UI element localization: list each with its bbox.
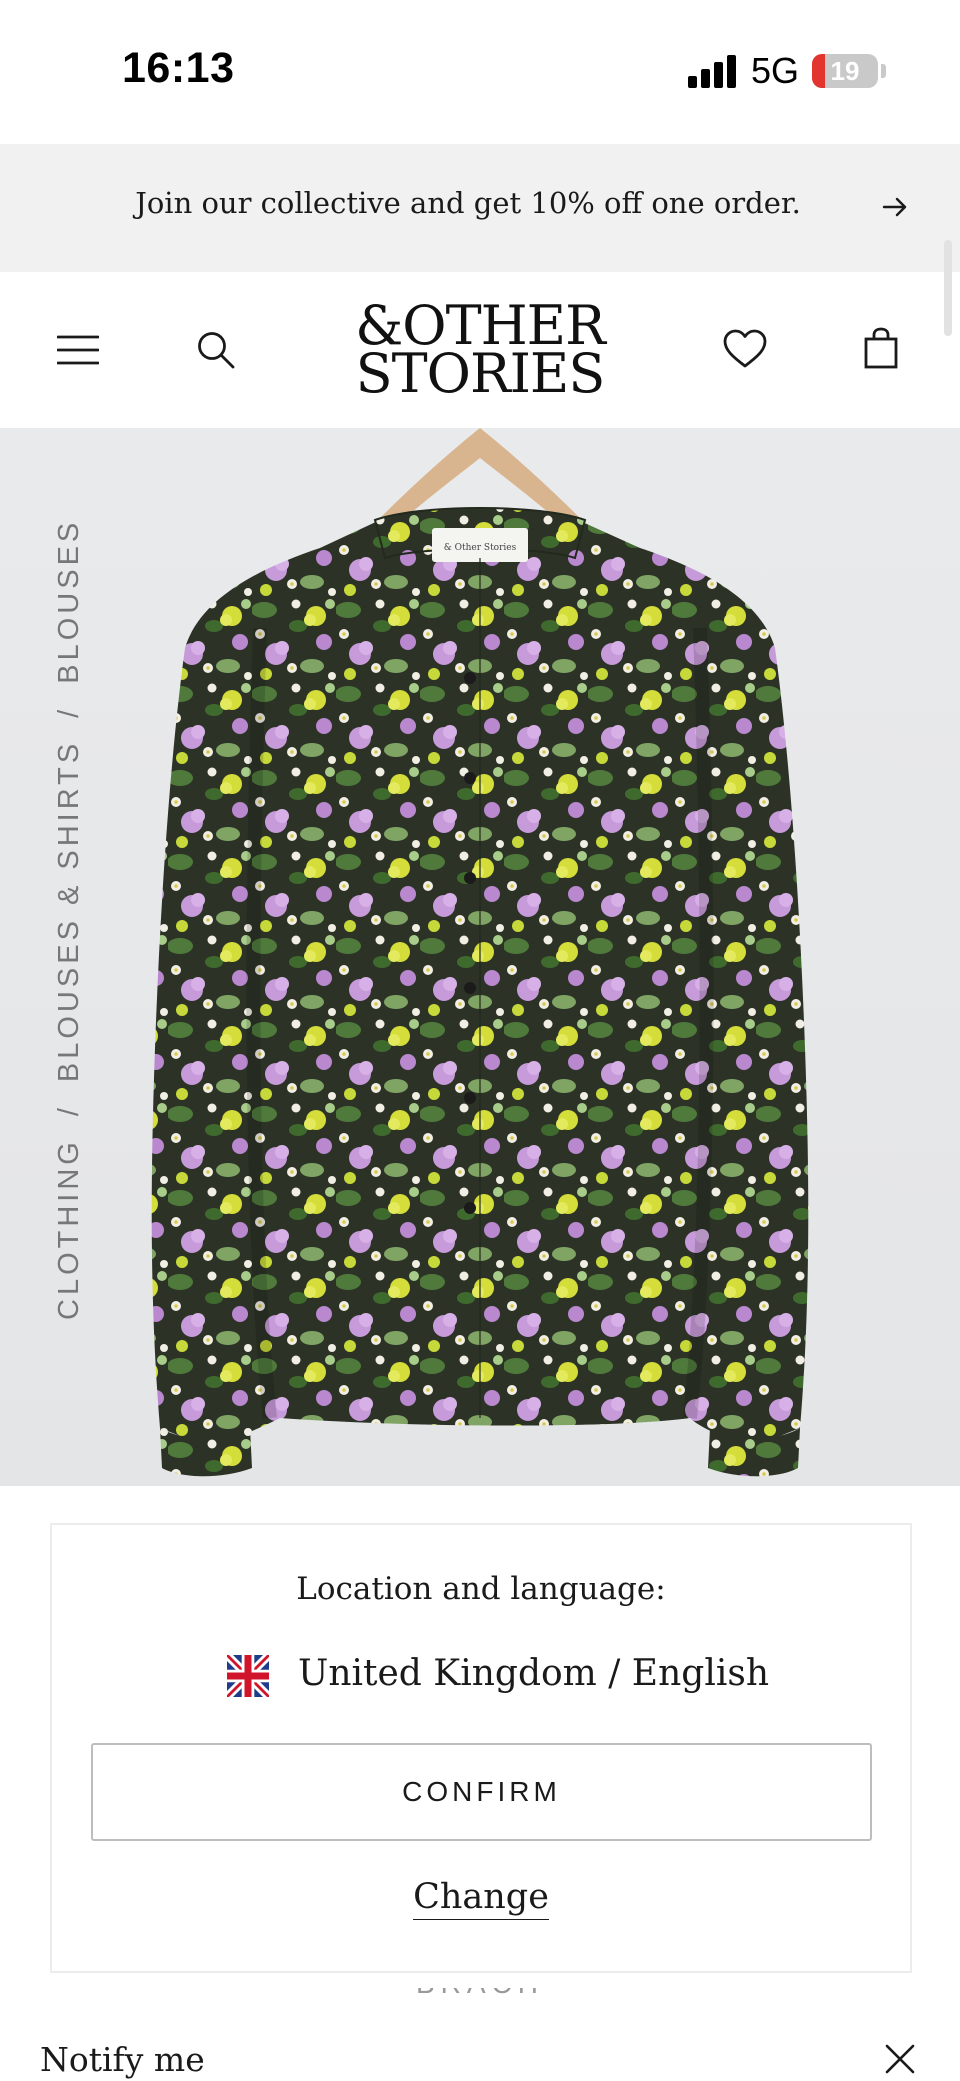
arrow-right-icon[interactable] bbox=[880, 192, 910, 222]
menu-icon[interactable] bbox=[57, 334, 99, 366]
logo-line-2: STORIES bbox=[355, 342, 606, 405]
page-scrollbar[interactable] bbox=[944, 240, 952, 336]
brand-logo[interactable]: &OTHER STORIES bbox=[330, 299, 630, 405]
status-bar: 16:13 5G 19 bbox=[0, 0, 960, 144]
notify-bar: Notify me bbox=[0, 2010, 960, 2081]
signal-icon bbox=[688, 54, 738, 88]
breadcrumb-separator: / bbox=[53, 705, 85, 718]
battery-icon: 19 bbox=[812, 54, 878, 88]
breadcrumb-separator: / bbox=[53, 1104, 85, 1117]
close-icon[interactable] bbox=[885, 2044, 915, 2074]
uk-flag-icon bbox=[227, 1655, 269, 1697]
product-image[interactable]: & Other Stories bbox=[0, 428, 960, 1486]
breadcrumb-item-blouses-shirts[interactable]: BLOUSES & SHIRTS bbox=[53, 740, 85, 1082]
status-time: 16:13 bbox=[122, 44, 235, 92]
breadcrumb-item-clothing[interactable]: CLOTHING bbox=[53, 1138, 85, 1320]
promo-banner[interactable]: Join our collective and get 10% off one … bbox=[0, 144, 960, 272]
promo-text: Join our collective and get 10% off one … bbox=[135, 186, 801, 220]
network-label: 5G bbox=[751, 50, 800, 91]
shopping-bag-icon[interactable] bbox=[864, 327, 898, 369]
change-link-wrapper: Change bbox=[52, 1877, 910, 1920]
product-name-peek: BRACH FLORAL bbox=[350, 1988, 610, 2000]
battery-tip bbox=[881, 64, 886, 78]
heart-icon[interactable] bbox=[723, 329, 767, 369]
confirm-button[interactable]: CONFIRM bbox=[91, 1743, 872, 1841]
location-value: United Kingdom / English bbox=[298, 1653, 770, 1694]
change-link[interactable]: Change bbox=[413, 1877, 549, 1920]
floral-blouse-image: & Other Stories bbox=[151, 428, 809, 1477]
product-name-text: BRACH FLORAL bbox=[350, 1988, 610, 2000]
location-language-dialog: Location and language: United Kingdom / … bbox=[50, 1523, 912, 1973]
search-icon[interactable] bbox=[196, 330, 236, 370]
location-title: Location and language: bbox=[296, 1571, 666, 1607]
battery-percentage: 19 bbox=[830, 56, 860, 86]
breadcrumb-item-blouses[interactable]: BLOUSES bbox=[53, 519, 85, 684]
site-header: &OTHER STORIES bbox=[0, 272, 960, 428]
breadcrumb: CLOTHING / BLOUSES & SHIRTS / BLOUSES bbox=[53, 519, 86, 1320]
garment-label: & Other Stories bbox=[444, 543, 517, 553]
notify-me-label[interactable]: Notify me bbox=[40, 2040, 205, 2079]
